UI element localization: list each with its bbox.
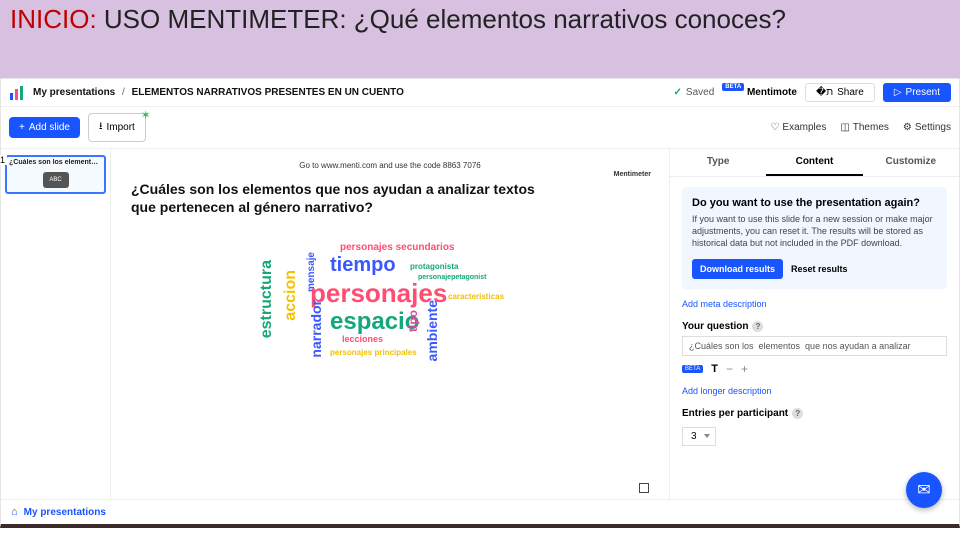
info-title: Do you want to use the presentation agai… (692, 197, 937, 209)
add-slide-button[interactable]: + Add slide (9, 117, 80, 138)
slide-question: ¿Cuáles son los elementos que nos ayudan… (131, 180, 551, 216)
tab-content[interactable]: Content (766, 149, 862, 176)
new-feature-star-icon: ✶ (141, 108, 151, 122)
question-input[interactable] (682, 336, 947, 356)
home-icon[interactable]: ⌂ (11, 506, 18, 518)
download-icon: ⭳ (99, 119, 103, 136)
reuse-info-box: Do you want to use the presentation agai… (682, 187, 947, 289)
lightbulb-icon: ♡ (770, 122, 779, 133)
bottom-bar: ⌂ My presentations (1, 499, 959, 524)
breadcrumb-title: ELEMENTOS NARRATIVOS PRESENTES EN UN CUE… (132, 87, 404, 98)
panel-tabs: Type Content Customize (670, 149, 959, 177)
breadcrumb-separator: / (122, 87, 125, 98)
play-icon: ▷ (894, 87, 902, 98)
workspace: 1 ¿Cuáles son los element… ABC Go to www… (1, 149, 959, 499)
wordcloud-word: caracteristicas (448, 292, 504, 301)
breadcrumb[interactable]: My presentations / ELEMENTOS NARRATIVOS … (33, 87, 404, 98)
wordcloud-word: lecciones (342, 334, 383, 344)
font-increase-button[interactable]: + (741, 362, 748, 376)
heading-prefix: INICIO: (10, 4, 97, 34)
beta-badge: BETA (722, 83, 744, 91)
thumbnail-title: ¿Cuáles son los element… (9, 159, 102, 166)
gear-icon: ⚙ (903, 122, 912, 133)
info-body: If you want to use this slide for a new … (692, 213, 937, 249)
slide-thumbnail-strip: 1 ¿Cuáles son los element… ABC (1, 149, 111, 499)
wordcloud-word: tiempo (330, 254, 396, 277)
settings-button[interactable]: ⚙Settings (903, 122, 951, 133)
tab-type[interactable]: Type (670, 149, 766, 176)
mentimeter-watermark: Mentimeter (614, 171, 651, 178)
plus-icon: + (19, 122, 25, 133)
toolbar-right: ♡Examples ◫Themes ⚙Settings (770, 122, 951, 133)
mentimeter-logo-icon (9, 85, 25, 101)
import-button[interactable]: ⭳ Import ✶ (88, 113, 146, 142)
wordcloud-word: narrador (308, 300, 324, 358)
themes-icon: ◫ (840, 122, 849, 133)
topbar: My presentations / ELEMENTOS NARRATIVOS … (1, 79, 959, 107)
heading-rest: USO MENTIMETER: ¿Qué elementos narrativo… (97, 4, 786, 34)
beta-badge: BETA (682, 365, 703, 373)
wordcloud-word: personajes principales (330, 348, 417, 357)
reset-results-button[interactable]: Reset results (791, 259, 848, 279)
chat-icon: ✉ (917, 480, 930, 500)
panel-body: Do you want to use the presentation agai… (670, 177, 959, 456)
my-presentations-link[interactable]: My presentations (24, 507, 106, 518)
breadcrumb-root[interactable]: My presentations (33, 87, 115, 98)
toolbar: + Add slide ⭳ Import ✶ ♡Examples ◫Themes… (1, 107, 959, 149)
add-meta-description-link[interactable]: Add meta description (682, 299, 947, 309)
wordcloud-word: estructura (258, 260, 276, 338)
wordcloud-word: accion (282, 270, 300, 321)
check-icon: ✓ (674, 87, 682, 98)
present-button[interactable]: ▷ Present (883, 83, 951, 102)
mentimote-button[interactable]: BETA Mentimote (722, 87, 797, 98)
help-icon[interactable]: ? (792, 408, 803, 419)
font-size-row: BETA T − + (682, 362, 947, 376)
entries-label: Entries per participant ? (682, 408, 947, 419)
themes-button[interactable]: ◫Themes (840, 122, 889, 133)
slide-number: 1 (0, 155, 7, 165)
help-icon[interactable]: ? (752, 321, 763, 332)
add-longer-description-link[interactable]: Add longer description (682, 386, 947, 396)
saved-status: ✓ Saved (674, 87, 715, 98)
wordcloud-word: ambiente (424, 300, 440, 361)
present-footer-icon[interactable] (639, 483, 649, 493)
chat-fab[interactable]: ✉ (906, 472, 942, 508)
share-icon: �ת (816, 87, 833, 98)
document-slide-heading: INICIO: USO MENTIMETER: ¿Qué elementos n… (0, 0, 960, 78)
entries-select[interactable]: 3 (682, 427, 716, 446)
share-button[interactable]: �ת Share (805, 83, 875, 102)
side-panel: Type Content Customize Do you want to us… (669, 149, 959, 499)
menti-join-hint: Go to www.menti.com and use the code 886… (131, 161, 649, 170)
wordcloud-type-icon: ABC (43, 172, 69, 188)
font-decrease-button[interactable]: − (726, 362, 733, 376)
slide-canvas: Go to www.menti.com and use the code 886… (111, 149, 669, 499)
examples-button[interactable]: ♡Examples (770, 122, 826, 133)
download-results-button[interactable]: Download results (692, 259, 783, 279)
wordcloud-word: tipo (406, 310, 420, 332)
text-icon: T (711, 363, 718, 375)
word-cloud: estructuraaccionmensajepersonajes secund… (200, 230, 580, 390)
wordcloud-word: personajes secundarios (340, 242, 455, 253)
mentimeter-app: My presentations / ELEMENTOS NARRATIVOS … (0, 78, 960, 528)
wordcloud-word: protagonista (410, 262, 458, 271)
tab-customize[interactable]: Customize (863, 149, 959, 176)
slide-thumbnail-1[interactable]: 1 ¿Cuáles son los element… ABC (5, 155, 106, 194)
your-question-label: Your question ? (682, 321, 947, 332)
